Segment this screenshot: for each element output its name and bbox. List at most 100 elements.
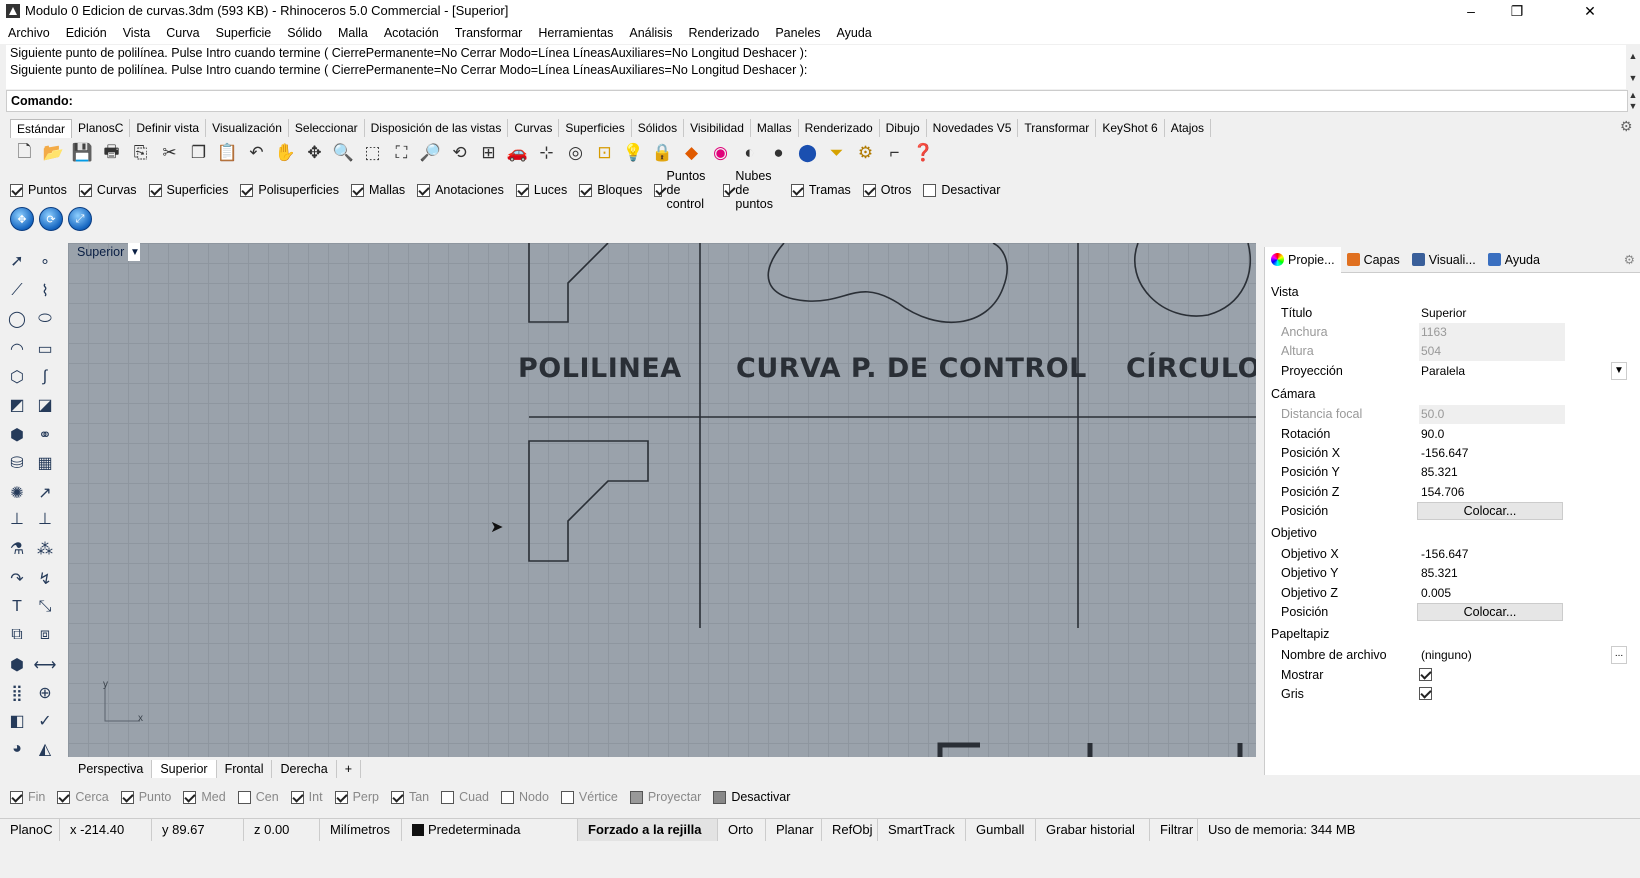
tab-ayuda[interactable]: Ayuda xyxy=(1482,247,1546,273)
archivo-field[interactable]: (ninguno) xyxy=(1419,646,1565,665)
circle-icon[interactable]: ◎ xyxy=(561,139,590,167)
checkbox-icon[interactable] xyxy=(10,183,23,197)
filter-otros[interactable]: Otros xyxy=(862,183,911,197)
menu-transformar[interactable]: Transformar xyxy=(447,22,531,44)
four-views-icon[interactable]: ⊞ xyxy=(474,139,503,167)
command-history[interactable]: Siguiente punto de polilínea. Pulse Intr… xyxy=(6,45,1628,89)
tab-superior[interactable]: Superior xyxy=(152,760,217,778)
checkbox-icon[interactable] xyxy=(579,183,593,197)
filter-tramas[interactable]: Tramas xyxy=(790,183,851,197)
tab-visibilidad[interactable]: Visibilidad xyxy=(684,119,751,137)
point-icon[interactable]: ⊹ xyxy=(532,139,561,167)
shade-icon[interactable]: ◐ xyxy=(735,139,764,167)
menu-paneles[interactable]: Paneles xyxy=(767,22,828,44)
trim-icon[interactable]: ⊥ xyxy=(32,506,58,532)
zoom-window-icon[interactable]: ⬚ xyxy=(358,139,387,167)
mostrar-checkbox[interactable] xyxy=(1419,668,1432,681)
tab-frontal[interactable]: Frontal xyxy=(217,760,273,778)
ellipse-icon[interactable]: ⬭ xyxy=(32,306,58,332)
viewport-title[interactable]: Superior xyxy=(73,243,128,261)
checkbox-icon[interactable] xyxy=(240,183,254,197)
zoom-selected-icon[interactable]: 🔎 xyxy=(416,139,445,167)
checkbox-icon[interactable] xyxy=(417,183,431,197)
tab-mallas[interactable]: Mallas xyxy=(751,119,799,137)
filter-puntos-control[interactable]: Puntos de control xyxy=(654,169,711,211)
light-icon[interactable]: 💡 xyxy=(619,139,648,167)
menu-curva[interactable]: Curva xyxy=(158,22,207,44)
polyline-icon[interactable]: ⟋ xyxy=(4,278,30,304)
status-plane[interactable]: PlanoC xyxy=(0,818,60,841)
status-filter[interactable]: Filtrar xyxy=(1150,818,1198,841)
checkbox-icon[interactable] xyxy=(148,183,162,197)
osnap-int[interactable]: Int xyxy=(290,790,323,804)
scroll-up-icon[interactable]: ▲ xyxy=(1626,45,1640,67)
rotate-view-icon[interactable]: ⟲ xyxy=(445,139,474,167)
checkbox-icon[interactable] xyxy=(790,183,804,197)
fillet-icon[interactable]: ↷ xyxy=(4,566,30,592)
paste-icon[interactable]: 📋 xyxy=(213,139,242,167)
circle-icon[interactable]: ◯ xyxy=(4,306,30,332)
viewport-superior[interactable]: Superior ▼ POLILINEA CURVA P. DE CONTROL… xyxy=(68,243,1256,757)
filter-anotaciones[interactable]: Anotaciones xyxy=(417,183,504,197)
gumball-move-icon[interactable]: ✥ xyxy=(10,207,34,231)
checkbox-icon[interactable] xyxy=(654,183,662,197)
filter-luces[interactable]: Luces xyxy=(515,183,567,197)
chamfer-icon[interactable]: ↯ xyxy=(32,566,58,592)
grid-snap-icon[interactable]: ⊡ xyxy=(590,139,619,167)
freeform-curve-icon[interactable]: ∫ xyxy=(32,364,58,390)
spin-down-icon[interactable]: ▼ xyxy=(1626,101,1640,112)
objetivo-x-field[interactable]: -156.647 xyxy=(1419,545,1565,564)
transform-icon[interactable]: ✺ xyxy=(4,480,30,506)
gear-icon[interactable]: ⚙ xyxy=(1620,118,1636,134)
point-icon[interactable]: ∘ xyxy=(32,248,58,274)
proyeccion-select[interactable]: Paralela xyxy=(1419,362,1640,381)
gear-icon[interactable]: ⚙ xyxy=(851,139,880,167)
pan-icon[interactable]: ✋ xyxy=(271,139,300,167)
chevron-down-icon[interactable]: ▼ xyxy=(1611,362,1627,380)
checkbox-icon[interactable] xyxy=(560,790,574,804)
menu-solido[interactable]: Sólido xyxy=(279,22,330,44)
solid-box-icon[interactable]: ⬢ xyxy=(4,652,30,678)
box-icon[interactable]: ⬢ xyxy=(4,422,30,448)
render-icon[interactable]: ● xyxy=(764,139,793,167)
help-icon[interactable]: ❓ xyxy=(909,139,938,167)
menu-renderizado[interactable]: Renderizado xyxy=(680,22,767,44)
checkbox-icon[interactable] xyxy=(862,183,876,197)
colocar-camara-button[interactable]: Colocar... xyxy=(1417,502,1563,520)
osnap-vertice[interactable]: Vértice xyxy=(560,790,618,804)
join-icon[interactable]: ⁂ xyxy=(32,536,58,562)
array-icon[interactable]: ⧉ xyxy=(4,622,30,648)
tab-definir-vista[interactable]: Definir vista xyxy=(130,119,207,137)
material-icon[interactable]: ◭ xyxy=(32,736,58,762)
filter-mallas[interactable]: Mallas xyxy=(350,183,405,197)
status-units[interactable]: Milímetros xyxy=(320,818,402,841)
gear-icon[interactable]: ⚙ xyxy=(1618,247,1640,273)
titulo-value[interactable]: Superior xyxy=(1419,304,1565,323)
gumball-scale-icon[interactable]: ⤢ xyxy=(68,207,92,231)
tab-planosc[interactable]: PlanosC xyxy=(72,119,131,137)
undo-icon[interactable]: ↶ xyxy=(242,139,271,167)
zoom-icon[interactable]: 🔍 xyxy=(329,139,358,167)
command-history-scrollbar[interactable]: ▲ ▼ xyxy=(1626,45,1640,89)
menu-edicion[interactable]: Edición xyxy=(58,22,115,44)
surface-edge-icon[interactable]: ◪ xyxy=(32,392,58,418)
grid-array-icon[interactable]: ⣿ xyxy=(4,680,30,706)
status-ortho[interactable]: Orto xyxy=(718,818,766,841)
analyze-icon[interactable]: ↗ xyxy=(32,480,58,506)
extend-icon[interactable]: ⊥ xyxy=(4,506,30,532)
car-icon[interactable]: 🚗 xyxy=(503,139,532,167)
status-smarttrack[interactable]: SmartTrack xyxy=(878,818,966,841)
menu-malla[interactable]: Malla xyxy=(330,22,376,44)
checkbox-icon[interactable] xyxy=(501,790,515,804)
cplane-icon[interactable]: ⊕ xyxy=(32,680,58,706)
checkbox-icon[interactable] xyxy=(334,790,348,804)
scroll-down-icon[interactable]: ▼ xyxy=(1626,67,1640,89)
osnap-med[interactable]: Med xyxy=(183,790,226,804)
menu-ayuda[interactable]: Ayuda xyxy=(829,22,880,44)
tab-transformar[interactable]: Transformar xyxy=(1018,119,1097,137)
save-icon[interactable]: 💾 xyxy=(68,139,97,167)
tab-estandar[interactable]: Estándar xyxy=(10,118,73,138)
filter-desactivar[interactable]: Desactivar xyxy=(923,183,1000,197)
osnap-cen[interactable]: Cen xyxy=(237,790,279,804)
posicion-y-field[interactable]: 85.321 xyxy=(1419,463,1565,482)
